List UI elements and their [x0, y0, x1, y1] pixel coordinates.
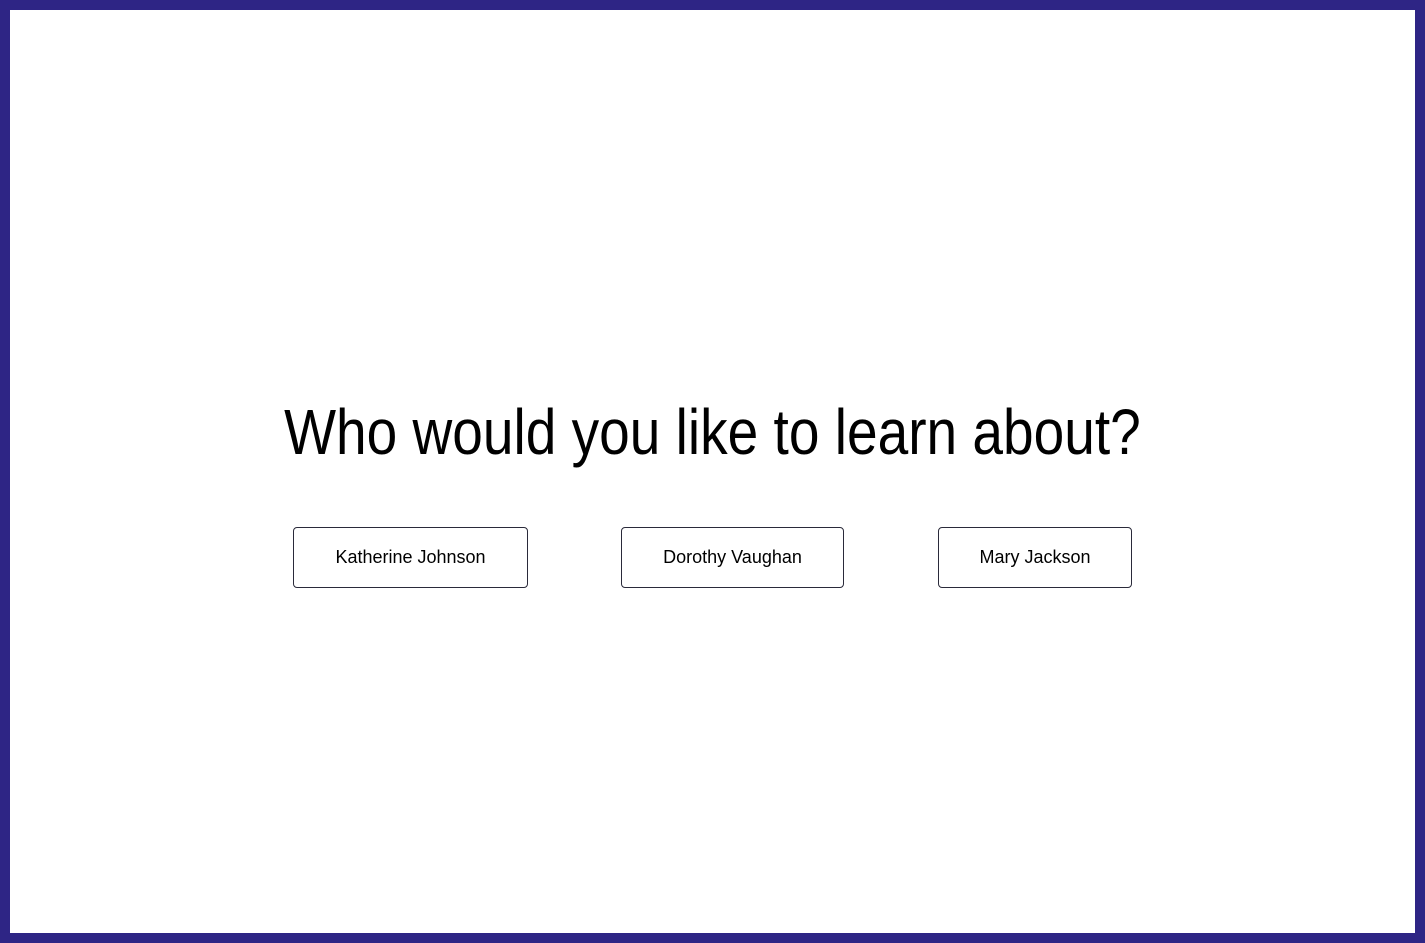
katherine-johnson-button[interactable]: Katherine Johnson [293, 527, 528, 588]
page-title: Who would you like to learn about? [284, 396, 1141, 468]
dorothy-vaughan-button[interactable]: Dorothy Vaughan [621, 527, 844, 588]
mary-jackson-button[interactable]: Mary Jackson [938, 527, 1132, 588]
page-frame: Who would you like to learn about? Kathe… [0, 0, 1425, 943]
